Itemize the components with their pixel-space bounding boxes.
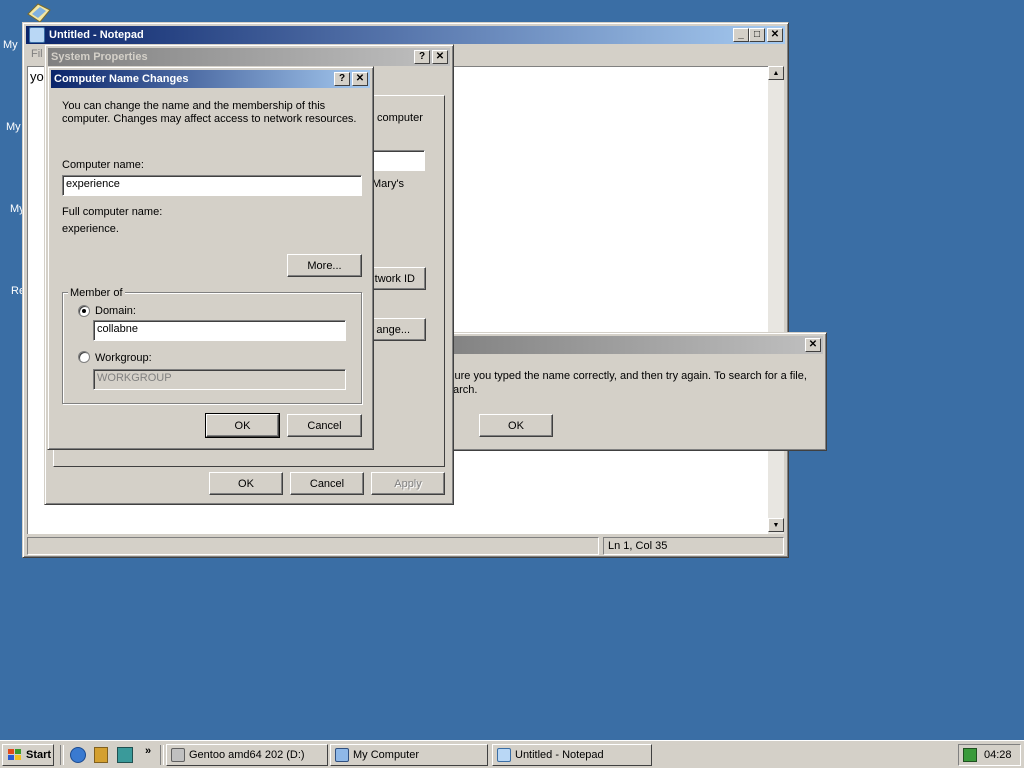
scroll-down-button[interactable]: ▼ <box>768 518 784 532</box>
intro-line-2: computer. Changes may affect access to n… <box>62 113 357 125</box>
name-changes-titlebar[interactable]: Computer Name Changes ? ✕ <box>51 70 370 88</box>
vertical-scrollbar[interactable]: ▲ ▼ <box>768 66 784 534</box>
taskbar: Start » Gentoo amd64 202 (D:) My Compute… <box>0 740 1024 768</box>
desktop-icon-top[interactable] <box>24 2 52 24</box>
notepad-title: Untitled - Notepad <box>49 29 144 41</box>
name-changes-title: Computer Name Changes <box>54 73 189 85</box>
cancel-button[interactable]: Cancel <box>287 414 362 437</box>
task-notepad[interactable]: Untitled - Notepad <box>492 744 652 766</box>
ie-icon[interactable] <box>70 747 86 763</box>
chevron-icon[interactable]: » <box>145 745 151 757</box>
task-label: My Computer <box>353 749 420 761</box>
start-label: Start <box>26 749 52 761</box>
cancel-button[interactable]: Cancel <box>290 472 364 495</box>
error-message-line1: sure you typed the name correctly, and t… <box>449 370 807 382</box>
system-tray: 04:28 <box>958 744 1021 766</box>
error-message-line2: arch. <box>453 384 478 396</box>
computer-name-input[interactable]: experience <box>62 175 362 196</box>
start-button[interactable]: Start <box>2 744 54 766</box>
member-of-label: Member of <box>68 287 125 299</box>
outlook-express-icon[interactable] <box>94 747 108 763</box>
help-button[interactable]: ? <box>334 72 350 86</box>
radio-selected-dot <box>82 309 86 313</box>
system-properties-title: System Properties <box>51 51 148 63</box>
notepad-icon <box>29 27 45 43</box>
notepad-menu-file[interactable]: Fil <box>31 48 43 60</box>
close-button[interactable]: ✕ <box>432 50 448 64</box>
more-button[interactable]: More... <box>287 254 362 277</box>
error-ok-button[interactable]: OK <box>479 414 553 437</box>
task-label: Untitled - Notepad <box>515 749 604 761</box>
intro-line-1: You can change the name and the membersh… <box>62 100 326 112</box>
ok-button[interactable]: OK <box>205 413 280 438</box>
error-dialog: ✕ sure you typed the name correctly, and… <box>430 332 827 451</box>
apply-button[interactable]: Apply <box>371 472 445 495</box>
domain-label: Domain: <box>95 305 136 317</box>
scroll-up-button[interactable]: ▲ <box>768 66 784 80</box>
clock[interactable]: 04:28 <box>984 749 1012 761</box>
task-label: Gentoo amd64 202 (D:) <box>189 749 305 761</box>
workgroup-label: Workgroup: <box>95 352 152 364</box>
cursor-position: Ln 1, Col 35 <box>608 540 668 552</box>
status-pane-position: Ln 1, Col 35 <box>603 537 784 555</box>
desktop-icon-my-documents[interactable]: My <box>3 39 18 51</box>
task-my-computer[interactable]: My Computer <box>330 744 488 766</box>
computer-name-changes-dialog: Computer Name Changes ? ✕ You can change… <box>47 66 374 450</box>
system-properties-titlebar[interactable]: System Properties ? ✕ <box>48 48 450 66</box>
my-computer-icon <box>335 748 349 762</box>
minimize-button[interactable]: _ <box>733 28 749 42</box>
error-dialog-titlebar[interactable]: ✕ <box>434 336 823 354</box>
network-tray-icon[interactable] <box>963 748 977 762</box>
computer-description-text: computer <box>377 112 423 124</box>
ok-button[interactable]: OK <box>209 472 283 495</box>
full-name-value: experience. <box>62 223 119 235</box>
windows-logo-icon <box>8 749 21 760</box>
maximize-button[interactable]: □ <box>749 28 765 42</box>
status-pane-left <box>27 537 599 555</box>
computer-name-label: Computer name: <box>62 159 144 171</box>
computer-description-field[interactable] <box>365 150 425 171</box>
help-button[interactable]: ? <box>414 50 430 64</box>
taskbar-divider <box>160 745 164 765</box>
notepad-icon <box>497 748 511 762</box>
close-button[interactable]: ✕ <box>767 28 783 42</box>
full-name-label: Full computer name: <box>62 206 163 218</box>
error-close-button[interactable]: ✕ <box>805 338 821 352</box>
notepad-titlebar[interactable]: Untitled - Notepad _ □ ✕ <box>26 26 785 44</box>
domain-input[interactable]: collabne <box>93 320 346 341</box>
workgroup-radio[interactable] <box>78 351 90 363</box>
example-text: Mary's <box>372 178 405 190</box>
quick-launch-divider <box>60 745 64 765</box>
domain-radio[interactable] <box>78 305 90 317</box>
drive-icon <box>171 748 185 762</box>
desktop-icon-my-computer[interactable]: My <box>6 121 21 133</box>
status-bar: Ln 1, Col 35 <box>27 537 784 555</box>
network-tool-icon[interactable] <box>117 747 133 763</box>
workgroup-input[interactable]: WORKGROUP <box>93 369 346 390</box>
task-gentoo-drive[interactable]: Gentoo amd64 202 (D:) <box>166 744 328 766</box>
notepad-text: yo <box>30 69 44 84</box>
close-button[interactable]: ✕ <box>352 72 368 86</box>
documents-icon <box>27 3 51 23</box>
